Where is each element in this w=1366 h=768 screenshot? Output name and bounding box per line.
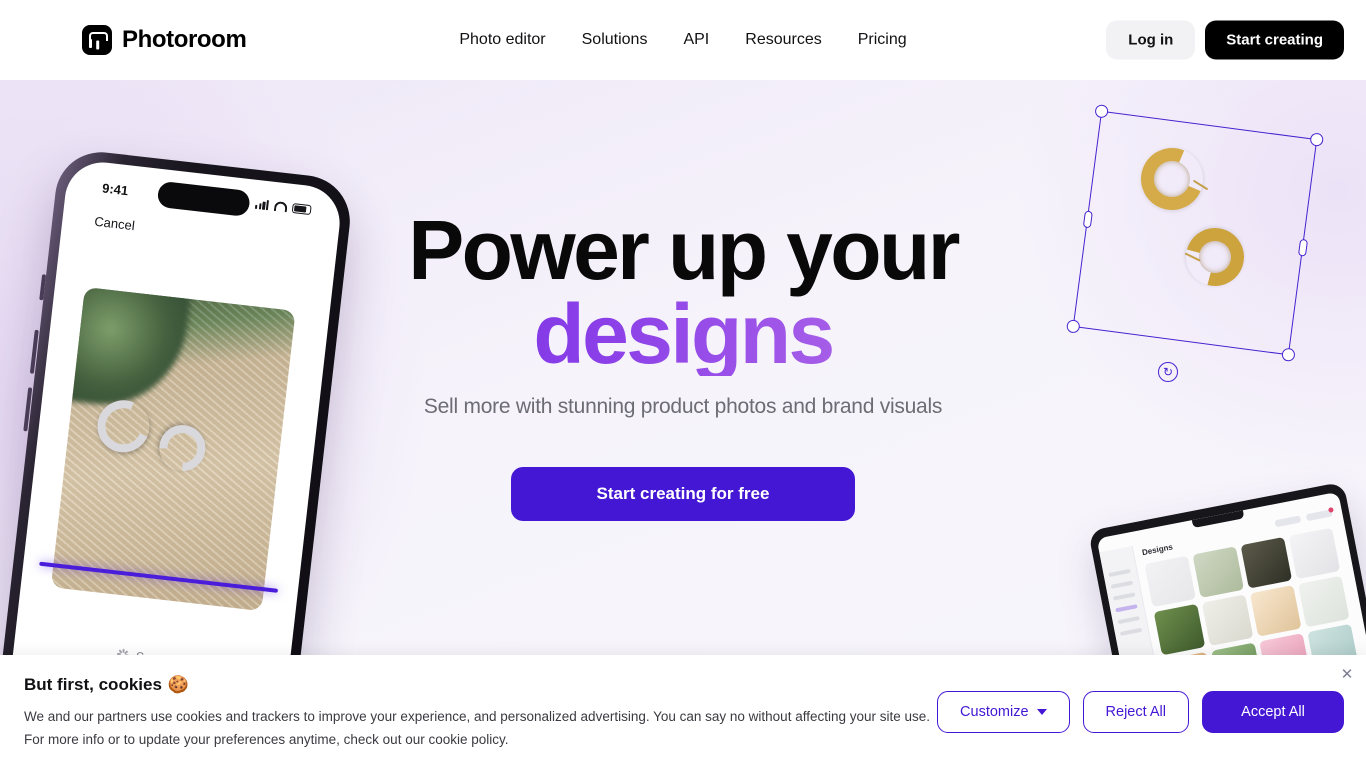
grid-cell (1297, 575, 1350, 628)
phone-status-time: 9:41 (101, 180, 130, 199)
nav-item-api[interactable]: API (683, 29, 709, 51)
cookie-text-line-1: We and our partners use cookies and trac… (24, 709, 931, 724)
nav-item-resources[interactable]: Resources (745, 29, 821, 51)
start-creating-button[interactable]: Start creating (1205, 20, 1344, 60)
accept-all-button[interactable]: Accept All (1202, 690, 1344, 733)
laptop-app-heading: Designs (1141, 542, 1174, 558)
cookie-consent-banner: But first, cookies 🍪 We and our partners… (0, 655, 1366, 768)
nav-item-photo-editor[interactable]: Photo editor (459, 29, 545, 51)
chevron-down-icon (1036, 708, 1047, 715)
grid-cell (1288, 527, 1341, 580)
resize-handle-top-left[interactable] (1094, 103, 1109, 119)
customize-label: Customize (960, 703, 1029, 720)
cookie-banner-title: But first, cookies 🍪 (24, 675, 189, 695)
site-header: Photoroom Photo editor Solutions API Res… (0, 0, 1366, 80)
photoroom-logo-icon (82, 25, 112, 55)
grid-cell (1249, 585, 1302, 637)
header-actions: Log in Start creating (1106, 20, 1344, 60)
hero-cta-wrapper: Start creating for free (0, 467, 1366, 521)
grid-cell (1192, 546, 1245, 598)
customize-cookies-button[interactable]: Customize (937, 690, 1070, 733)
close-icon[interactable]: ✕ (1336, 663, 1358, 685)
nav-item-pricing[interactable]: Pricing (858, 29, 907, 51)
logo[interactable]: Photoroom (82, 25, 247, 55)
grid-cell (1153, 603, 1206, 656)
main-nav: Photo editor Solutions API Resources Pri… (459, 29, 906, 51)
hero-title-line-1: Power up your (408, 203, 960, 297)
cookie-banner-actions: Customize Reject All Accept All (937, 690, 1344, 733)
resize-handle-top-right[interactable] (1309, 132, 1325, 147)
cookie-text-line-2: For more info or to update your preferen… (24, 732, 509, 747)
hero-title-line-2: designs (0, 292, 1366, 376)
hero-subtitle: Sell more with stunning product photos a… (423, 395, 943, 418)
grid-cell (1144, 555, 1196, 608)
start-creating-for-free-button[interactable]: Start creating for free (511, 467, 855, 521)
reject-all-button[interactable]: Reject All (1082, 690, 1189, 733)
grid-cell (1201, 594, 1254, 646)
page-root: Photoroom Photo editor Solutions API Res… (0, 0, 1366, 768)
grid-cell (1240, 536, 1293, 589)
login-button[interactable]: Log in (1106, 20, 1196, 60)
cookie-title-text: But first, cookies (24, 675, 162, 694)
cookie-emoji-icon: 🍪 (167, 675, 190, 694)
nav-item-solutions[interactable]: Solutions (582, 29, 648, 51)
cookie-banner-text: We and our partners use cookies and trac… (24, 705, 984, 751)
logo-text: Photoroom (122, 26, 247, 53)
